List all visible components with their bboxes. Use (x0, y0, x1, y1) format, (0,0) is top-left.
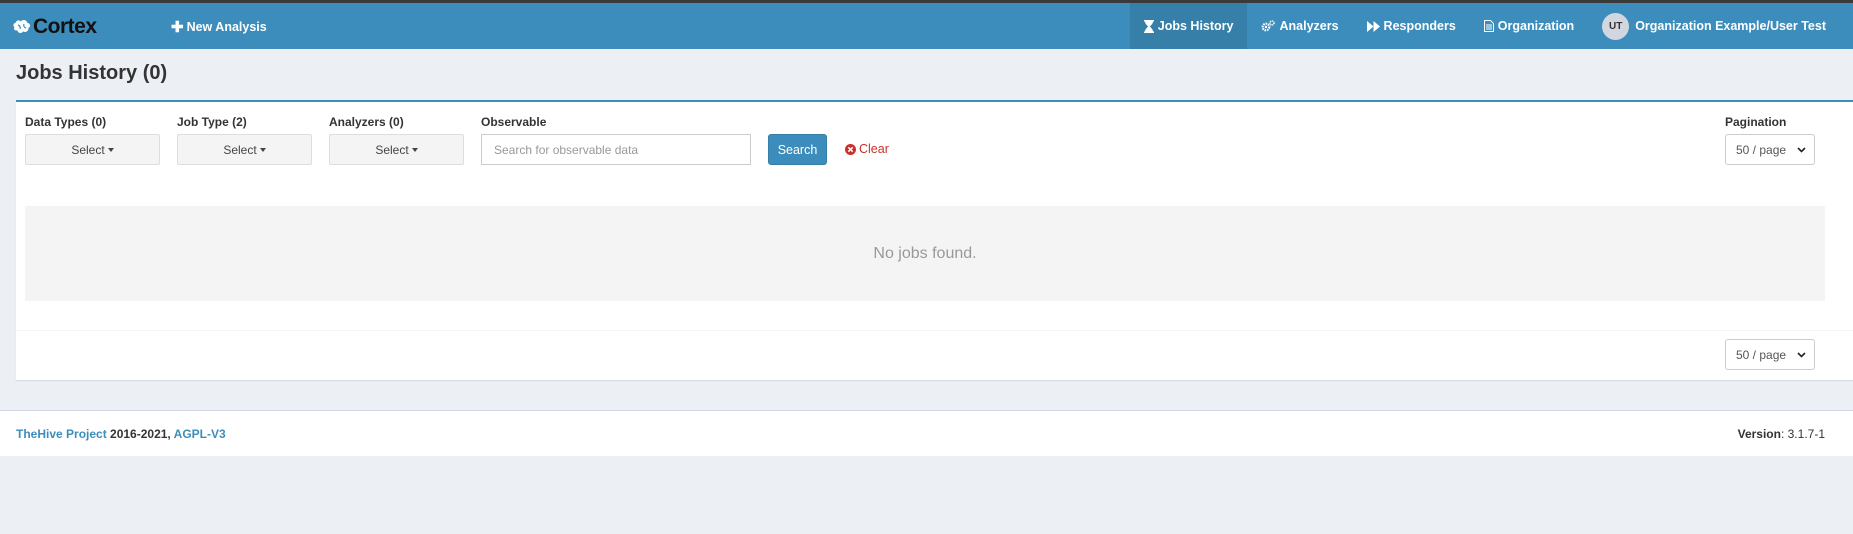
nav-item-label: Responders (1383, 19, 1456, 33)
top-navbar: Cortex ✚ New Analysis Jobs History Analy… (0, 3, 1853, 49)
observable-label: Observable (481, 115, 547, 129)
pagination-select-top[interactable]: 50 / page (1725, 134, 1815, 165)
brand-logo[interactable]: Cortex (12, 15, 97, 39)
caret-down-icon (107, 147, 114, 152)
analyzers-select[interactable]: Select (329, 134, 464, 165)
new-analysis-label: New Analysis (186, 20, 267, 34)
cogs-icon (1262, 20, 1276, 32)
search-button[interactable]: Search (768, 134, 827, 165)
nav-menu: Jobs History Analyzers Responders Organi… (1129, 3, 1853, 49)
plus-icon: ✚ (171, 18, 184, 36)
nav-item-analyzers[interactable]: Analyzers (1247, 3, 1352, 49)
avatar: UT (1602, 12, 1630, 40)
version-value: : 3.1.7-1 (1780, 427, 1825, 441)
clear-label: Clear (859, 142, 889, 156)
select-label: Select (71, 142, 105, 157)
pagination-select-bottom[interactable]: 50 / page (1725, 339, 1815, 370)
new-analysis-button[interactable]: ✚ New Analysis (171, 17, 267, 37)
chevron-down-icon (1797, 147, 1806, 153)
pagination-label: Pagination (1725, 115, 1787, 129)
page-title: Jobs History (0) (16, 62, 168, 84)
license-link[interactable]: AGPL-V3 (174, 427, 226, 441)
nav-item-label: Analyzers (1279, 19, 1339, 33)
data-types-label: Data Types (0) (25, 115, 107, 129)
chevron-down-icon (1797, 352, 1806, 358)
footer-years: 2016-2021, (106, 427, 174, 441)
footer-copyright: TheHive Project 2016-2021, AGPL-V3 (16, 427, 226, 441)
footer: TheHive Project 2016-2021, AGPL-V3 Versi… (0, 410, 1853, 456)
job-type-select[interactable]: Select (177, 134, 312, 165)
nav-item-label: Organization (1497, 19, 1575, 33)
analyzers-label: Analyzers (0) (329, 115, 404, 129)
empty-message: No jobs found. (873, 244, 977, 262)
brain-icon (13, 19, 31, 34)
caret-down-icon (411, 147, 418, 152)
brand-text: Cortex (33, 15, 97, 38)
nav-item-organization[interactable]: Organization (1470, 3, 1588, 49)
thehive-project-link[interactable]: TheHive Project (16, 427, 107, 441)
empty-results-panel: No jobs found. (25, 206, 1825, 301)
select-label: Select (223, 142, 257, 157)
nav-item-label: Jobs History (1157, 19, 1234, 33)
user-menu[interactable]: UT Organization Example/User Test (1588, 3, 1853, 49)
footer-version: Version: 3.1.7-1 (1738, 427, 1825, 441)
divider (16, 330, 1853, 331)
nav-item-responders[interactable]: Responders (1353, 3, 1470, 49)
job-type-label: Job Type (2) (177, 115, 247, 129)
observable-search-input[interactable] (481, 134, 751, 165)
pagination-value: 50 / page (1736, 142, 1787, 157)
pagination-value: 50 / page (1736, 347, 1787, 362)
nav-item-jobs-history[interactable]: Jobs History (1129, 3, 1248, 49)
document-icon (1483, 20, 1494, 32)
hourglass-icon (1143, 19, 1154, 33)
close-circle-icon (845, 143, 856, 155)
version-label: Version (1737, 427, 1781, 441)
clear-button[interactable]: Clear (845, 140, 889, 158)
user-label: Organization Example/User Test (1635, 19, 1826, 33)
select-label: Select (375, 142, 409, 157)
caret-down-icon (259, 147, 266, 152)
fast-forward-icon (1366, 20, 1380, 32)
data-types-select[interactable]: Select (25, 134, 160, 165)
jobs-box: Data Types (0) Select Job Type (2) Selec… (16, 100, 1853, 380)
